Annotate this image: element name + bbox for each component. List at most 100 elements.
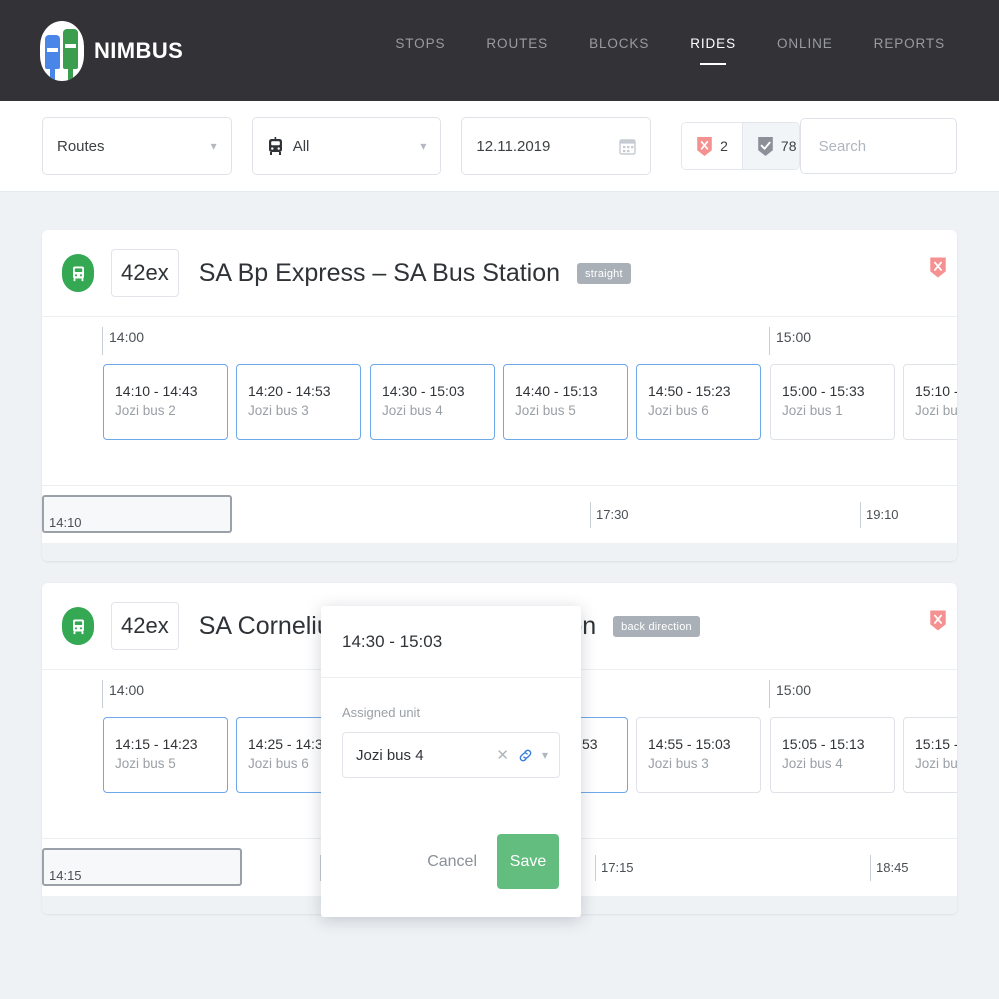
brand-logo[interactable]: NIMBUS	[40, 21, 183, 81]
date-field-value: 12.11.2019	[476, 138, 550, 155]
route-direction-tag: back direction	[613, 616, 700, 637]
cancel-button[interactable]: Cancel	[411, 841, 493, 883]
ride-time: 14:20 - 14:53	[248, 382, 360, 401]
bus-circle-icon	[62, 607, 94, 645]
ride-block[interactable]: 14:20 - 14:53 Jozi bus 3	[236, 364, 361, 440]
timeline-scroll-handle[interactable]: 14:15	[42, 848, 242, 886]
chevron-down-icon: ▾	[420, 140, 426, 152]
date-field[interactable]: 12.11.2019	[461, 117, 651, 175]
ride-unit: Jozi bus 2	[915, 401, 957, 421]
nav-item-rides[interactable]: RIDES	[690, 36, 736, 65]
route-card: 42ex SA Bp Express – SA Bus Station stra…	[42, 230, 957, 561]
search-input[interactable]	[817, 137, 940, 156]
shield-x-icon	[929, 256, 947, 279]
ruler-tick: 14:00	[102, 327, 144, 355]
shield-x-icon	[929, 609, 947, 632]
scroll-ruler-tick: 19:10	[860, 502, 899, 528]
ride-time: 14:15 - 14:23	[115, 735, 227, 754]
ride-block[interactable]: 14:55 - 15:03 Jozi bus 3	[636, 717, 761, 793]
route-number: 42ex	[111, 602, 179, 650]
scope-select[interactable]: Routes ▾	[42, 117, 232, 175]
ride-unit: Jozi bus 5	[915, 754, 957, 774]
ride-time: 14:55 - 15:03	[648, 735, 760, 754]
ride-time: 15:05 - 15:13	[782, 735, 894, 754]
chain-link-icon[interactable]	[518, 748, 533, 763]
bus-circle-icon	[62, 254, 94, 292]
bus-front-icon	[267, 137, 284, 156]
route-number: 42ex	[111, 249, 179, 297]
timeline-scroll-handle-label: 14:10	[49, 515, 82, 530]
route-card-header: 42ex SA Bp Express – SA Bus Station stra…	[42, 230, 957, 317]
ruler-tick: 15:00	[769, 680, 811, 708]
time-ruler: 14:00 15:00	[42, 317, 957, 364]
nav-item-blocks[interactable]: BLOCKS	[589, 36, 649, 65]
route-direction-tag: straight	[577, 263, 631, 284]
unit-filter-value: All	[293, 138, 310, 155]
ride-unit: Jozi bus 3	[648, 754, 760, 774]
assigned-unit-label: Assigned unit	[342, 705, 560, 720]
status-toggle-invalid-count: 2	[720, 138, 728, 154]
chevron-down-icon[interactable]: ▾	[542, 748, 548, 762]
brand-name: NIMBUS	[94, 38, 183, 64]
shield-check-icon	[757, 136, 774, 157]
ride-edit-modal: 14:30 - 15:03 Assigned unit Jozi bus 4 ✕…	[321, 606, 581, 917]
ride-time: 15:00 - 15:33	[782, 382, 894, 401]
ride-unit: Jozi bus 5	[115, 754, 227, 774]
ride-time: 14:50 - 15:23	[648, 382, 760, 401]
ride-block[interactable]: 14:30 - 15:03 Jozi bus 4	[370, 364, 495, 440]
ride-block[interactable]: 14:10 - 14:43 Jozi bus 2	[103, 364, 228, 440]
scroll-ruler-tick: 17:15	[595, 855, 634, 881]
ride-unit: Jozi bus 4	[382, 401, 494, 421]
nimbus-bus-logo-icon	[40, 21, 84, 81]
ride-block[interactable]: 14:15 - 14:23 Jozi bus 5	[103, 717, 228, 793]
ride-block[interactable]: 15:05 - 15:13 Jozi bus 4	[770, 717, 895, 793]
scroll-ruler-tick: 17:30	[590, 502, 629, 528]
route-timeline: 14:00 15:00 14:10 - 14:43 Jozi bus 2 14:2…	[42, 317, 957, 485]
rides-page: 42ex SA Bp Express – SA Bus Station stra…	[0, 192, 999, 914]
ride-edit-modal-title: 14:30 - 15:03	[321, 606, 581, 678]
status-toggle-invalid[interactable]: 2	[682, 123, 742, 169]
ride-block[interactable]: 15:10 - 15:43 Jozi bus 2	[903, 364, 957, 440]
route-title: SA Bp Express – SA Bus Station	[199, 259, 560, 288]
top-navigation-bar: NIMBUS STOPS ROUTES BLOCKS RIDES ONLINE REPOR…	[0, 0, 999, 101]
timeline-scrollbar[interactable]: 17:30 19:10 14:10	[42, 485, 957, 543]
save-button[interactable]: Save	[497, 834, 559, 889]
ruler-tick: 14:00	[102, 680, 144, 708]
ride-time: 14:10 - 14:43	[115, 382, 227, 401]
close-x-icon[interactable]: ✕	[496, 746, 509, 764]
ride-block[interactable]: 15:00 - 15:33 Jozi bus 1	[770, 364, 895, 440]
ride-unit: Jozi bus 4	[782, 754, 894, 774]
status-toggle-group: 2 78	[681, 122, 799, 170]
ride-time: 15:10 - 15:43	[915, 382, 957, 401]
status-toggle-valid-count: 78	[781, 138, 797, 154]
assigned-unit-value: Jozi bus 4	[356, 747, 496, 764]
ride-block[interactable]: 14:40 - 15:13 Jozi bus 5	[503, 364, 628, 440]
ride-block[interactable]: 14:50 - 15:23 Jozi bus 6	[636, 364, 761, 440]
nav-item-stops[interactable]: STOPS	[395, 36, 445, 65]
route-status-flag[interactable]	[929, 256, 947, 284]
filter-toolbar: Routes ▾ All ▾ 12.11.2019	[0, 101, 999, 192]
ride-time: 15:15 - 15:23	[915, 735, 957, 754]
ride-unit: Jozi bus 3	[248, 401, 360, 421]
ride-unit: Jozi bus 5	[515, 401, 627, 421]
ride-time: 14:40 - 15:13	[515, 382, 627, 401]
ride-unit: Jozi bus 1	[782, 401, 894, 421]
card-footer-strip	[42, 543, 957, 561]
nav-item-online[interactable]: ONLINE	[777, 36, 833, 65]
nav-item-reports[interactable]: REPORTS	[874, 36, 945, 65]
ride-block[interactable]: 15:15 - 15:23 Jozi bus 5	[903, 717, 957, 793]
calendar-icon[interactable]	[619, 137, 636, 155]
timeline-scroll-handle[interactable]: 14:10	[42, 495, 232, 533]
ruler-tick: 15:00	[769, 327, 811, 355]
main-nav: STOPS ROUTES BLOCKS RIDES ONLINE REPORTS	[395, 36, 945, 65]
nav-item-routes[interactable]: ROUTES	[486, 36, 548, 65]
status-toggle-valid[interactable]: 78	[742, 123, 800, 169]
assigned-unit-select[interactable]: Jozi bus 4 ✕ ▾	[342, 732, 560, 778]
route-status-flag[interactable]	[929, 609, 947, 637]
ride-unit: Jozi bus 2	[115, 401, 227, 421]
unit-filter-select[interactable]: All ▾	[252, 117, 442, 175]
chevron-down-icon: ▾	[211, 140, 217, 152]
search-box[interactable]	[800, 118, 957, 174]
ride-time: 14:30 - 15:03	[382, 382, 494, 401]
ride-unit: Jozi bus 6	[648, 401, 760, 421]
